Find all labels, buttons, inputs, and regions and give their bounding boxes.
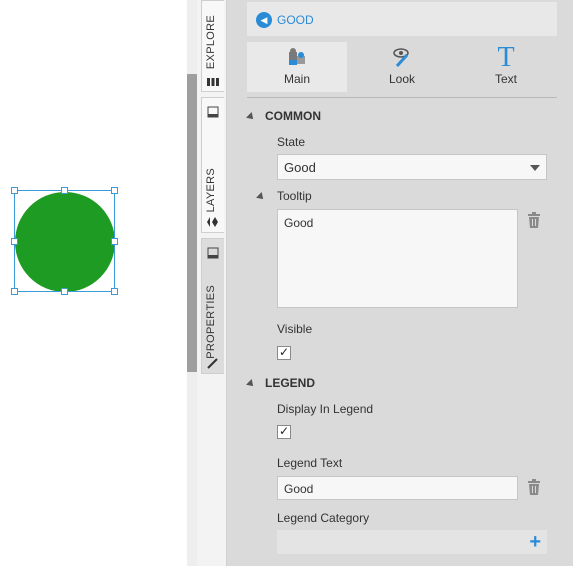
resize-handle-left[interactable] xyxy=(11,238,18,245)
state-value: Good xyxy=(284,160,316,175)
scrollbar-thumb[interactable] xyxy=(187,74,197,372)
properties-panel: ◀ GOOD Main Look T Text COMMON State Goo… xyxy=(227,0,573,566)
display-in-legend-checkbox[interactable]: ✓ xyxy=(277,424,291,439)
layers-icon xyxy=(207,216,219,228)
visible-checkbox[interactable]: ✓ xyxy=(277,345,291,360)
tooltip-value: Good xyxy=(284,216,314,230)
section-legend-header[interactable]: LEGEND xyxy=(246,376,316,390)
trash-icon[interactable] xyxy=(527,479,541,495)
checkmark-icon: ✓ xyxy=(279,345,290,359)
legend-category-label: Legend Category xyxy=(277,511,370,525)
puzzle-icon xyxy=(247,46,347,70)
tooltip-textarea[interactable]: Good xyxy=(277,209,518,308)
tab-explore-label: EXPLORE xyxy=(205,15,217,70)
resize-handle-bottom[interactable] xyxy=(61,288,68,295)
resize-handle-top[interactable] xyxy=(61,187,68,194)
subtab-main-label: Main xyxy=(283,72,310,86)
subtab-text-label: Text xyxy=(494,72,517,86)
eye-brush-icon xyxy=(352,46,452,70)
text-icon: T xyxy=(497,42,515,73)
tab-layers-label: LAYERS xyxy=(205,168,217,213)
tooltip-header[interactable] xyxy=(256,189,275,203)
display-in-legend-label: Display In Legend xyxy=(277,402,374,416)
tab-properties-label: PROPERTIES xyxy=(205,285,217,359)
resize-handle-top-right[interactable] xyxy=(111,187,118,194)
collapse-triangle-icon xyxy=(246,378,256,389)
legend-text-input[interactable]: Good xyxy=(277,476,518,500)
resize-handle-right[interactable] xyxy=(111,238,118,245)
legend-text-value: Good xyxy=(284,482,314,496)
section-legend-title: LEGEND xyxy=(265,376,316,390)
database-icon xyxy=(207,77,219,89)
resize-handle-bottom-right[interactable] xyxy=(111,288,118,295)
vertical-tab-strip: EXPLORE LAYERS PROPERTIES xyxy=(197,0,227,566)
collapse-triangle-icon xyxy=(256,191,266,202)
resize-handle-top-left[interactable] xyxy=(11,187,18,194)
back-button[interactable]: ◀ GOOD xyxy=(247,2,557,36)
trash-icon[interactable] xyxy=(527,212,541,228)
visible-label: Visible xyxy=(277,322,313,336)
tab-explore[interactable]: EXPLORE xyxy=(201,0,224,92)
checkmark-icon: ✓ xyxy=(279,424,290,438)
tooltip-label: Tooltip xyxy=(277,189,312,203)
minimize-icon xyxy=(207,106,219,118)
subtab-text[interactable]: T Text xyxy=(456,42,556,92)
legend-category-field[interactable]: + xyxy=(277,530,547,554)
section-common-header[interactable]: COMMON xyxy=(246,109,321,123)
selection-box xyxy=(14,190,115,292)
subtab-look[interactable]: Look xyxy=(352,42,452,92)
tab-properties[interactable]: PROPERTIES xyxy=(201,238,224,374)
back-label: GOOD xyxy=(277,13,314,27)
minimize-icon xyxy=(207,247,219,259)
design-canvas[interactable] xyxy=(0,0,187,566)
section-common-title: COMMON xyxy=(265,109,321,123)
chevron-down-icon xyxy=(530,165,540,171)
back-arrow-icon: ◀ xyxy=(256,12,272,28)
resize-handle-bottom-left[interactable] xyxy=(11,288,18,295)
tabs-divider xyxy=(247,97,557,98)
subtab-main[interactable]: Main xyxy=(247,42,347,92)
subtab-look-label: Look xyxy=(388,72,416,86)
collapse-triangle-icon xyxy=(246,111,256,122)
state-dropdown[interactable]: Good xyxy=(277,154,547,180)
add-icon[interactable]: + xyxy=(529,531,541,553)
tab-layers[interactable]: LAYERS xyxy=(201,97,224,233)
state-label: State xyxy=(277,135,306,149)
legend-text-label: Legend Text xyxy=(277,456,343,470)
brush-icon xyxy=(207,357,219,369)
